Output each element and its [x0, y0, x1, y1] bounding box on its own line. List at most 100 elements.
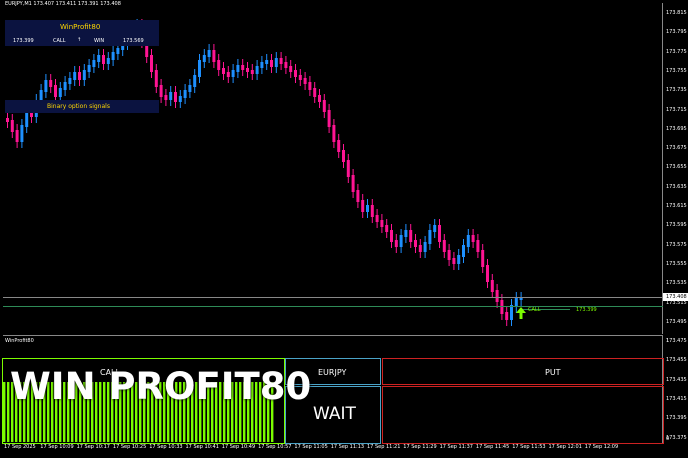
- time-tick-label: 17 Sep 11:05: [294, 444, 328, 450]
- candle-body: [337, 140, 341, 152]
- indicator-level-low: 0: [666, 436, 670, 442]
- candle-body: [260, 62, 264, 68]
- candle-body: [457, 255, 461, 264]
- candle-body: [10, 120, 14, 132]
- candle-body: [255, 66, 259, 74]
- price-tick-label: 173.495: [666, 318, 687, 325]
- candle-body: [111, 52, 115, 60]
- time-tick-label: 17 Sep 10:57: [258, 444, 292, 450]
- price-tick-label: 173.555: [666, 260, 687, 267]
- candle-body: [183, 90, 187, 98]
- price-tick-label: 173.635: [666, 183, 687, 190]
- candle-body: [471, 235, 475, 242]
- candle-body: [97, 55, 101, 62]
- price-tick-label: 173.435: [666, 376, 687, 383]
- candle-body: [289, 66, 293, 72]
- candle-body: [202, 55, 206, 62]
- price-tick-label: 173.415: [666, 396, 687, 402]
- candle-body: [68, 78, 72, 84]
- info-result: WIN: [94, 38, 105, 44]
- candle-body: [82, 70, 86, 80]
- candle-body: [399, 235, 403, 247]
- candle-body: [375, 215, 379, 222]
- price-tick-label: 173.395: [666, 415, 687, 422]
- candle-body: [188, 85, 192, 92]
- mt4-chart-window: EURJPY,M1 173.407 173.411 173.391 173.40…: [0, 0, 688, 458]
- put-box[interactable]: [382, 358, 664, 385]
- candle-body: [510, 305, 513, 320]
- candle-body: [322, 100, 326, 112]
- indicator-label: WinProfit80: [5, 338, 34, 344]
- time-tick-label: 17 Sep 11:29: [403, 444, 437, 450]
- price-tick-label: 173.615: [666, 203, 687, 209]
- candle-body: [452, 258, 456, 264]
- candle-body: [250, 70, 254, 74]
- candle-body: [102, 55, 105, 64]
- info-direction: CALL: [53, 38, 66, 44]
- status-text: WAIT: [313, 404, 356, 424]
- candle-body: [63, 82, 67, 90]
- candle-body: [366, 205, 369, 212]
- candle-body: [226, 72, 230, 77]
- candle-body: [279, 58, 283, 64]
- time-tick-label: 17 Sep 11:45: [475, 444, 510, 450]
- time-tick-label: 17 Sep 10:33: [149, 444, 183, 450]
- candle-body: [394, 240, 398, 247]
- signal-call-label: CALL: [528, 307, 541, 313]
- candle-body: [284, 62, 288, 68]
- candle-body: [241, 65, 245, 70]
- price-tick-label: 173.655: [666, 164, 687, 171]
- candle-body: [423, 242, 427, 252]
- candle-body: [390, 230, 393, 242]
- time-tick-label: 17 Sep 11:21: [367, 444, 401, 450]
- time-tick-label: 17 Sep 11:37: [439, 444, 473, 450]
- signal-price-label: 173.399: [576, 307, 597, 313]
- candle-body: [332, 125, 336, 142]
- time-tick-label: 17 Sep 12:09: [584, 444, 619, 450]
- candle-body: [294, 70, 297, 77]
- time-tick-label: 17 Sep 2025: [4, 444, 36, 450]
- price-tick-label: 173.735: [666, 87, 687, 94]
- price-tick-label: 173.455: [666, 357, 687, 364]
- candle-body: [351, 175, 355, 192]
- candle-body: [313, 88, 317, 97]
- price-tick-label: 173.795: [666, 29, 687, 36]
- candle-body: [246, 68, 249, 72]
- price-tick-label: 173.815: [666, 10, 687, 16]
- candle-body: [298, 75, 302, 80]
- candle-body: [164, 95, 168, 100]
- pair-box-label: EURJPY: [318, 368, 347, 377]
- price-tick-label: 173.675: [666, 145, 687, 152]
- signal-line: [3, 306, 663, 307]
- candle-body: [198, 60, 201, 77]
- candle-body: [447, 250, 451, 260]
- time-tick-label: 17 Sep 12:01: [548, 444, 582, 450]
- candle-body: [342, 150, 345, 162]
- candle-body: [49, 80, 53, 87]
- current-price-line: [3, 297, 665, 298]
- candle-body: [73, 72, 77, 80]
- candle-body: [361, 200, 365, 212]
- info-entry-price: 173.399: [13, 38, 34, 44]
- candle-body: [481, 250, 485, 267]
- time-tick-label: 17 Sep 10:49: [221, 444, 256, 450]
- time-tick-label: 17 Sep 10:09: [40, 444, 74, 450]
- candle-body: [438, 225, 441, 242]
- price-tick-label: 173.595: [666, 222, 687, 229]
- price-tick-label: 173.575: [666, 241, 687, 248]
- candle-body: [327, 110, 331, 127]
- time-tick-label: 17 Sep 10:17: [76, 444, 110, 450]
- candle-body: [150, 55, 153, 72]
- candle-body: [58, 88, 62, 97]
- put-signal-box: [382, 386, 664, 444]
- price-tick-label: 173.715: [666, 106, 687, 113]
- candlestick-series: [6, 19, 523, 326]
- candle-body: [236, 65, 240, 72]
- candle-body: [222, 68, 225, 74]
- candle-body: [270, 60, 273, 67]
- candle-body: [178, 96, 182, 102]
- candle-body: [303, 78, 307, 84]
- candle-body: [159, 85, 163, 97]
- candle-body: [505, 312, 509, 320]
- info-exit-price: 173.569: [123, 38, 144, 44]
